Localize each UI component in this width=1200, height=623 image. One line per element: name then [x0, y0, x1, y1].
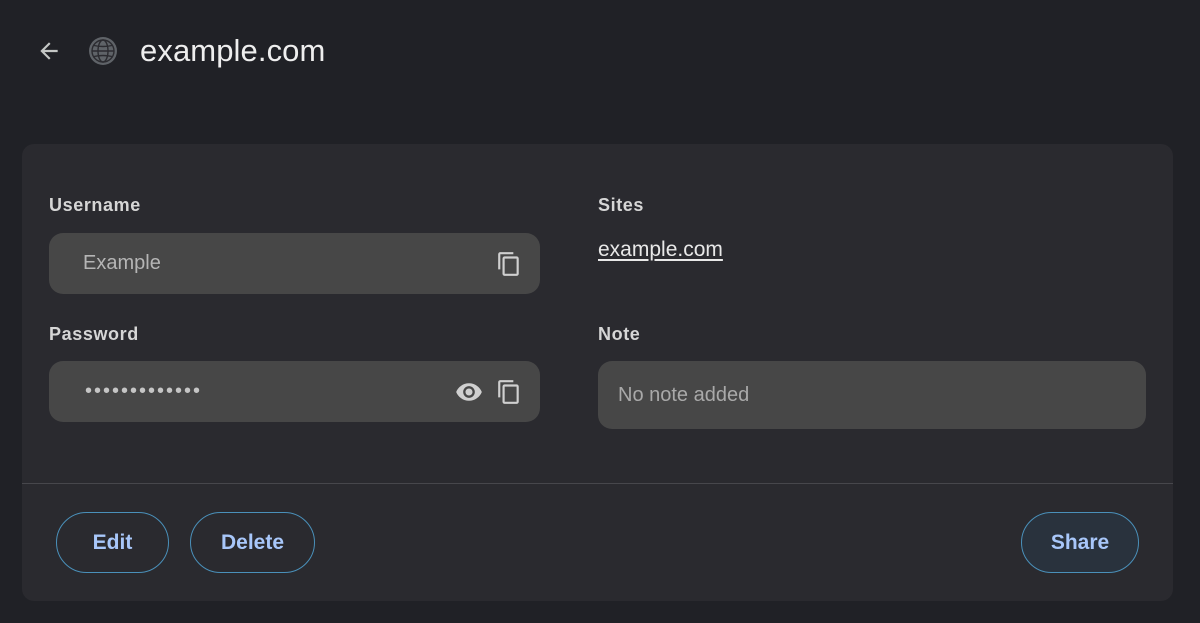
divider: [22, 483, 1173, 484]
show-password-button[interactable]: [454, 377, 484, 407]
username-label: Username: [49, 195, 141, 215]
username-value: Example: [83, 252, 161, 274]
page-title: example.com: [140, 33, 326, 68]
username-field: Example: [49, 233, 540, 294]
copy-password-button[interactable]: [494, 377, 524, 407]
copy-username-button[interactable]: [494, 249, 524, 279]
note-field: No note added: [598, 361, 1146, 429]
sites-label: Sites: [598, 195, 645, 215]
eye-icon: [456, 382, 482, 401]
back-button[interactable]: [32, 34, 66, 68]
site-link[interactable]: example.com: [598, 238, 723, 262]
site-favicon: [86, 34, 120, 68]
copy-icon: [498, 379, 519, 404]
password-details-card: Username Example Password ••••••••••••• …: [22, 144, 1173, 601]
page-header: example.com: [0, 0, 1200, 110]
delete-button[interactable]: Delete: [190, 512, 315, 573]
password-field: •••••••••••••: [49, 361, 540, 422]
note-value: No note added: [618, 383, 750, 406]
arrow-back-icon: [40, 42, 58, 60]
note-label: Note: [598, 324, 641, 344]
password-label: Password: [49, 324, 139, 344]
share-button[interactable]: Share: [1021, 512, 1139, 573]
globe-icon: [89, 37, 117, 65]
password-value: •••••••••••••: [85, 380, 203, 402]
copy-icon: [498, 251, 519, 276]
edit-button[interactable]: Edit: [56, 512, 169, 573]
